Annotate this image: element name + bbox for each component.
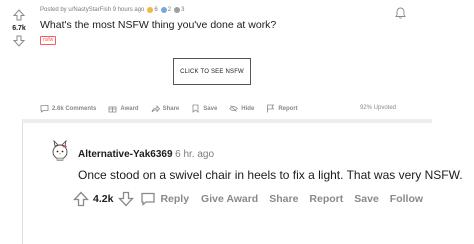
upvote-arrow-icon[interactable] [13, 9, 25, 21]
award-label: Award [120, 105, 139, 112]
bell-icon[interactable] [395, 7, 406, 19]
award-count: 2 [167, 7, 172, 13]
snoo-avatar-icon[interactable] [49, 139, 71, 161]
blue-award-icon [160, 7, 167, 13]
share-button[interactable]: Share [269, 193, 298, 205]
upvote-ratio: 92% Upvoted [359, 105, 396, 111]
reply-label: Reply [160, 193, 190, 205]
award-silver[interactable]: 3 [174, 7, 184, 13]
share-label: Share [162, 105, 180, 112]
comment-author[interactable]: Alternative-Yak6369 [78, 149, 173, 160]
award-count: 3 [181, 7, 185, 13]
comment-action-bar: 4.2k Reply Give Award Share Report Save … [73, 191, 434, 207]
comment-time[interactable]: · 6 hr. ago [169, 149, 214, 160]
post-title[interactable]: What's the most NSFW thing you've done a… [40, 19, 276, 31]
hide-button[interactable]: Hide [229, 104, 254, 113]
post-action-bar: 2.6k Comments Award Share Save Hide Repo… [40, 104, 310, 113]
gold-award-icon [147, 7, 154, 13]
downvote-arrow-icon[interactable] [13, 35, 25, 47]
award-button[interactable]: Award [108, 104, 139, 113]
report-label: Report [278, 105, 298, 112]
give-award-button[interactable]: Give Award [201, 193, 258, 205]
eye-slash-icon [229, 105, 239, 112]
click-to-see-nsfw-button[interactable]: CLICK TO SEE NSFW [173, 58, 251, 85]
report-button[interactable]: Report [309, 193, 343, 205]
comment-icon [40, 105, 49, 113]
nsfw-flair: nsfw [40, 36, 57, 45]
post-card: 6.7k Posted by u/NastyStarFish 9 hours a… [6, 4, 412, 120]
comment-bubble-icon [141, 192, 156, 206]
post-meta-text[interactable]: Posted by u/NastyStarFish 9 hours ago [40, 7, 144, 13]
gift-icon [108, 106, 117, 113]
flag-icon [267, 104, 275, 113]
comment-card: Alternative-Yak6369 · 6 hr. ago Once sto… [22, 123, 472, 244]
hide-label: Hide [241, 105, 255, 112]
post-vote-column: 6.7k [6, 4, 32, 120]
downvote-arrow-icon[interactable] [118, 191, 135, 207]
share-arrow-icon [151, 104, 160, 113]
save-button[interactable]: Save [191, 104, 217, 113]
comment-score: 4.2k [93, 193, 114, 205]
award-gold[interactable]: 6 [147, 7, 158, 13]
silver-award-icon [174, 7, 181, 13]
upvote-arrow-icon[interactable] [73, 191, 89, 207]
post-score: 6.7k [12, 25, 26, 32]
comments-label: 2.6k Comments [52, 105, 97, 112]
comments-button[interactable]: 2.6k Comments [40, 104, 96, 113]
save-label: Save [203, 105, 218, 112]
share-button[interactable]: Share [151, 104, 180, 113]
award-count: 6 [154, 7, 158, 13]
follow-button[interactable]: Follow [390, 193, 423, 205]
save-button[interactable]: Save [354, 193, 379, 205]
reply-button[interactable]: Reply [140, 191, 189, 207]
report-button[interactable]: Report [266, 104, 298, 113]
comment-body: Once stood on a swivel chair in heels to… [78, 168, 463, 182]
bookmark-icon [192, 104, 199, 113]
award-blue[interactable]: 2 [160, 7, 172, 13]
post-meta: Posted by u/NastyStarFish 9 hours ago 6 … [40, 7, 184, 13]
